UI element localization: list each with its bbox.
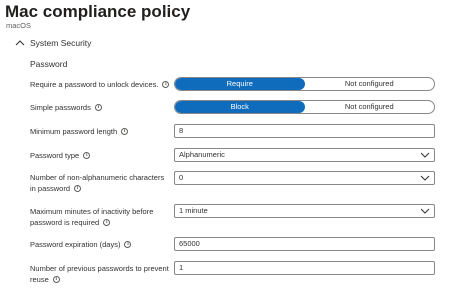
setting-label-max-inactivity: Maximum minutes of inactivity before pas…	[30, 206, 170, 228]
toggle-option-require[interactable]: Require	[175, 78, 305, 90]
setting-label-previous-passwords: Number of previous passwords to prevent …	[30, 263, 170, 285]
info-icon[interactable]	[124, 239, 132, 250]
setting-label-min-password-length: Minimum password length	[30, 126, 170, 137]
toggle-option-block[interactable]: Block	[175, 101, 305, 113]
chevron-up-icon[interactable]	[14, 38, 26, 48]
info-icon[interactable]	[83, 150, 91, 161]
ellipsis-icon[interactable]: ···	[162, 2, 177, 16]
non-alphanumeric-dropdown[interactable]: 0	[174, 171, 435, 185]
chevron-down-icon	[420, 175, 430, 181]
require-password-toggle[interactable]: Require Not configured	[174, 77, 435, 91]
setting-label-non-alphanumeric: Number of non-alphanumeric characters in…	[30, 172, 170, 194]
chevron-down-icon	[420, 208, 430, 214]
info-icon[interactable]	[121, 126, 129, 137]
password-expiration-input[interactable]: 65000	[174, 237, 435, 251]
info-icon[interactable]	[52, 274, 60, 285]
info-icon[interactable]	[94, 102, 102, 113]
min-password-length-input[interactable]: 8	[174, 124, 435, 138]
group-label-password: Password	[30, 59, 68, 69]
toggle-option-not-configured[interactable]: Not configured	[305, 101, 435, 113]
max-inactivity-dropdown[interactable]: 1 minute	[174, 204, 435, 218]
toggle-option-not-configured[interactable]: Not configured	[305, 78, 435, 90]
simple-passwords-toggle[interactable]: Block Not configured	[174, 100, 435, 114]
non-alphanumeric-value: 0	[179, 173, 184, 182]
previous-passwords-input[interactable]: 1	[174, 261, 435, 275]
info-icon[interactable]	[103, 217, 111, 228]
page-subtitle: macOS	[6, 21, 32, 30]
setting-label-simple-passwords: Simple passwords	[30, 102, 170, 113]
setting-label-password-expiration: Password expiration (days)	[30, 239, 170, 250]
password-type-value: Alphanumeric	[179, 150, 225, 159]
chevron-down-icon	[420, 152, 430, 158]
info-icon[interactable]	[162, 79, 170, 90]
info-icon[interactable]	[74, 183, 82, 194]
setting-label-password-type: Password type	[30, 150, 170, 161]
max-inactivity-value: 1 minute	[179, 206, 208, 215]
compliance-policy-page: Mac compliance policy ··· macOS System S…	[0, 0, 449, 292]
password-type-dropdown[interactable]: Alphanumeric	[174, 148, 435, 162]
setting-label-require-password: Require a password to unlock devices.	[30, 79, 170, 90]
section-title-system-security[interactable]: System Security	[30, 38, 91, 48]
